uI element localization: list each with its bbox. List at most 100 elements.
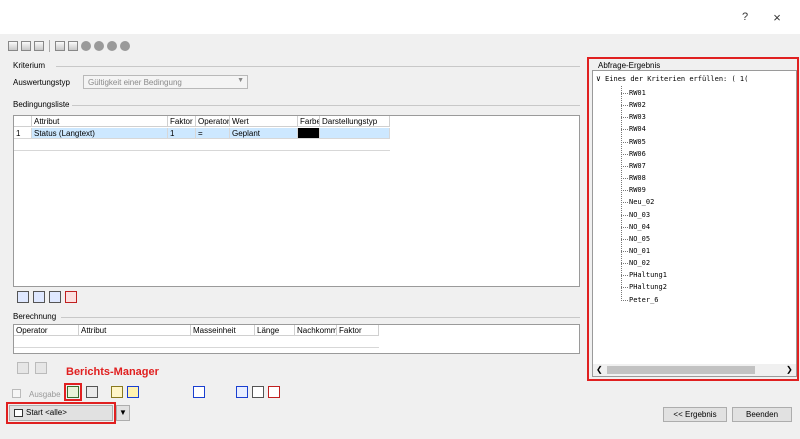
- toolbar-separator: [49, 40, 50, 52]
- filter-icon[interactable]: [236, 386, 248, 398]
- search-report-icon[interactable]: [111, 386, 123, 398]
- main-toolbar: [8, 39, 130, 53]
- tree-connector: [621, 215, 628, 216]
- empty-row[interactable]: [14, 140, 390, 151]
- start-button[interactable]: Start <alle>: [9, 405, 113, 421]
- tree-connector: [621, 251, 628, 252]
- tree-item[interactable]: Peter_6: [629, 294, 659, 306]
- close-button[interactable]: ×: [767, 10, 787, 25]
- tree-item[interactable]: PHaltung2: [629, 281, 667, 293]
- tree-vertical-line: [621, 86, 622, 301]
- tree-connector: [621, 178, 628, 179]
- tree-item[interactable]: RW03: [629, 111, 646, 123]
- column-header[interactable]: Wert: [230, 116, 298, 127]
- ergebnis-button[interactable]: << Ergebnis: [663, 407, 727, 422]
- chevron-down-icon[interactable]: ∨: [596, 74, 601, 83]
- tree-connector: [621, 300, 628, 301]
- tree-item[interactable]: Neu_02: [629, 196, 654, 208]
- view-icon[interactable]: [252, 386, 264, 398]
- tree-item[interactable]: NO_01: [629, 245, 650, 257]
- edit-condition-icon[interactable]: [17, 291, 29, 303]
- tree-root[interactable]: ∨ Eines der Kriterien erfüllen: ( 1(: [596, 74, 796, 83]
- tree-item[interactable]: RW07: [629, 160, 646, 172]
- tree-item[interactable]: NO_04: [629, 221, 650, 233]
- start-label: Start <alle>: [26, 408, 67, 417]
- scroll-left-icon[interactable]: ❮: [596, 365, 603, 374]
- delete-calculation-icon[interactable]: [35, 362, 47, 374]
- tree-item[interactable]: PHaltung1: [629, 269, 667, 281]
- table-cell[interactable]: =: [196, 128, 230, 139]
- abfrage-ergebnis-title: Abfrage-Ergebnis: [598, 61, 661, 70]
- berichts-manager-icon[interactable]: [67, 386, 79, 398]
- tree-item[interactable]: RW01: [629, 87, 646, 99]
- export-condition-icon[interactable]: [49, 291, 61, 303]
- column-header[interactable]: Attribut: [79, 325, 191, 336]
- auswertungstyp-select[interactable]: Gültigkeit einer Bedingung ▼: [83, 75, 248, 89]
- column-header[interactable]: Faktor: [337, 325, 379, 336]
- settings-circle-icon[interactable]: [120, 41, 130, 51]
- hide-view-icon[interactable]: [268, 386, 280, 398]
- table-cell[interactable]: Status (Langtext): [32, 128, 168, 139]
- auswertungstyp-label: Auswertungstyp: [13, 78, 70, 87]
- color-select-icon[interactable]: [193, 386, 205, 398]
- table-cell[interactable]: 1: [168, 128, 196, 139]
- tree-item[interactable]: RW02: [629, 99, 646, 111]
- tree-item[interactable]: NO_03: [629, 209, 650, 221]
- column-header[interactable]: Länge: [255, 325, 295, 336]
- horizontal-scrollbar[interactable]: ❮ ❯: [593, 364, 796, 376]
- column-header[interactable]: Farbe: [298, 116, 320, 127]
- tree-root-label: Eines der Kriterien erfüllen: ( 1(: [605, 75, 749, 83]
- bedingungsliste-grid[interactable]: Attribut Faktor Operator Wert Farbe Dars…: [13, 115, 580, 287]
- import-condition-icon[interactable]: [33, 291, 45, 303]
- tree-connector: [621, 129, 628, 130]
- tree-item[interactable]: NO_02: [629, 257, 650, 269]
- document-icon[interactable]: [34, 41, 44, 51]
- bedingungsliste-title: Bedingungsliste: [13, 100, 70, 109]
- berechnung-title: Berechnung: [13, 312, 57, 321]
- tree-item[interactable]: RW08: [629, 172, 646, 184]
- table-cell[interactable]: [320, 128, 390, 139]
- tree-connector: [621, 105, 628, 106]
- table-report-icon[interactable]: [127, 386, 139, 398]
- scrollbar-thumb[interactable]: [607, 366, 755, 374]
- beenden-button[interactable]: Beenden: [732, 407, 792, 422]
- edit-calculation-icon[interactable]: [17, 362, 29, 374]
- column-header[interactable]: Nachkomma: [295, 325, 337, 336]
- paste-icon[interactable]: [21, 41, 31, 51]
- report-icon[interactable]: [68, 41, 78, 51]
- ausgabe-checkbox[interactable]: [12, 389, 21, 398]
- scroll-right-icon[interactable]: ❯: [786, 365, 793, 374]
- print-report-icon[interactable]: [86, 386, 98, 398]
- column-header[interactable]: Attribut: [32, 116, 168, 127]
- delete-condition-icon[interactable]: [65, 291, 77, 303]
- column-header[interactable]: Darstellungstyp: [320, 116, 390, 127]
- column-header[interactable]: Operator: [14, 325, 79, 336]
- color-swatch[interactable]: [298, 128, 320, 139]
- empty-row[interactable]: [14, 337, 379, 348]
- start-dropdown-button[interactable]: ▼: [116, 405, 130, 421]
- auswertungstyp-value: Gültigkeit einer Bedingung: [88, 78, 182, 87]
- tree-item[interactable]: NO_05: [629, 233, 650, 245]
- filter-circle-icon[interactable]: [94, 41, 104, 51]
- tree-item[interactable]: RW09: [629, 184, 646, 196]
- copy-icon[interactable]: [8, 41, 18, 51]
- column-header[interactable]: Masseinheit: [191, 325, 255, 336]
- berechnung-grid[interactable]: Operator Attribut Masseinheit Länge Nach…: [13, 324, 580, 354]
- column-header[interactable]: Operator: [196, 116, 230, 127]
- tree-item[interactable]: RW04: [629, 123, 646, 135]
- refresh-circle-icon[interactable]: [107, 41, 117, 51]
- chart-icon[interactable]: [55, 41, 65, 51]
- chevron-down-icon: ▼: [237, 77, 244, 84]
- kriterium-title: Kriterium: [13, 61, 46, 70]
- tree-item[interactable]: RW05: [629, 136, 646, 148]
- ausgabe-label: Ausgabe: [29, 390, 61, 399]
- table-cell[interactable]: Geplant: [230, 128, 298, 139]
- help-button[interactable]: ?: [735, 11, 755, 23]
- column-header[interactable]: Faktor: [168, 116, 196, 127]
- berechnung-divider: [61, 317, 580, 318]
- tree-item[interactable]: RW06: [629, 148, 646, 160]
- tree-connector: [621, 287, 628, 288]
- berichts-manager-annotation: Berichts-Manager: [66, 366, 159, 378]
- circle-icon[interactable]: [81, 41, 91, 51]
- tree-connector: [621, 190, 628, 191]
